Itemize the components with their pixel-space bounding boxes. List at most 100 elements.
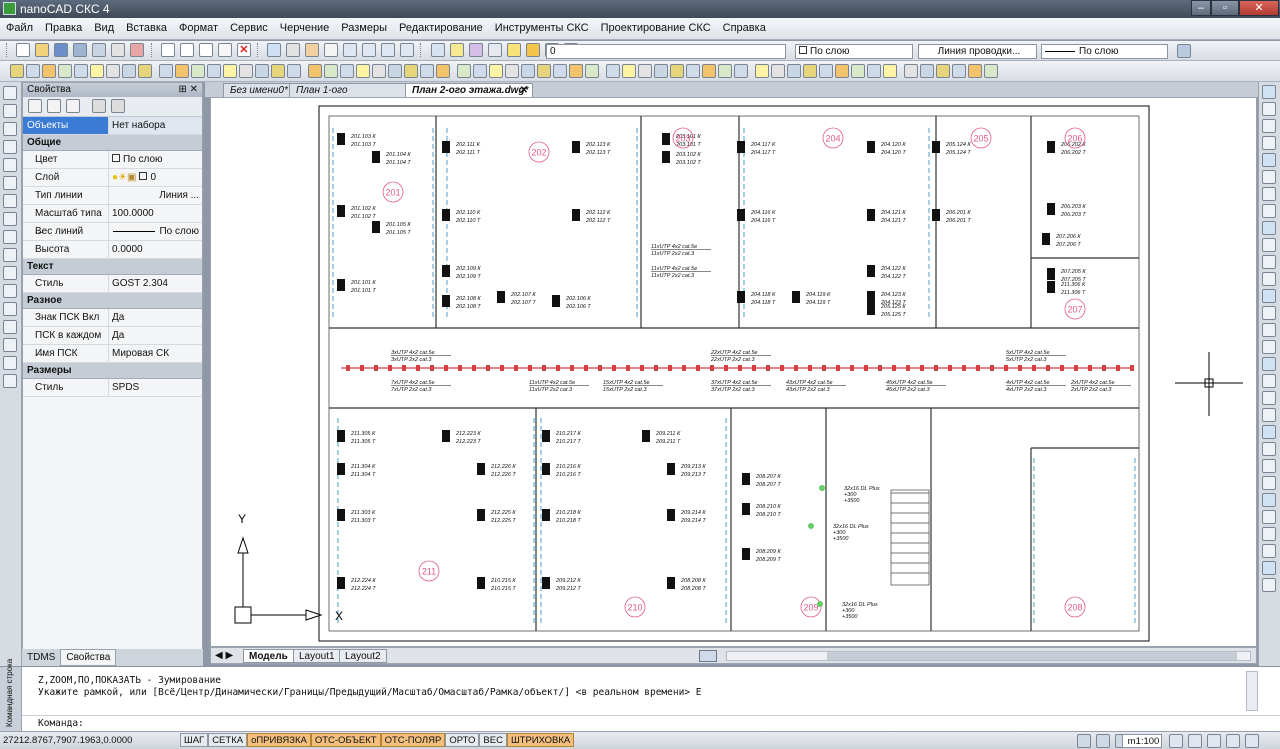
scale-combo[interactable]: m1:100 — [1122, 734, 1162, 748]
scs-tool-icon[interactable] — [622, 64, 636, 78]
scs-tool-icon[interactable] — [324, 64, 338, 78]
toggle-pickadd-icon[interactable] — [47, 99, 62, 113]
scs-tool-icon[interactable] — [835, 64, 849, 78]
scs-tool-icon[interactable] — [771, 64, 785, 78]
publish-icon[interactable] — [130, 43, 145, 57]
new-file-icon[interactable] — [16, 43, 31, 57]
draw-tool-icon[interactable] — [3, 266, 17, 280]
settings-icon[interactable] — [111, 99, 126, 113]
menu-item-modify[interactable]: Редактирование — [393, 18, 489, 34]
cut-icon[interactable] — [160, 43, 175, 57]
scs-tool-icon[interactable] — [388, 64, 402, 78]
filter-icon[interactable] — [92, 99, 107, 113]
scs-tool-icon[interactable] — [404, 64, 418, 78]
eraser-icon[interactable] — [468, 43, 483, 57]
prop-row-dim-style[interactable]: Стиль SPDS — [23, 379, 202, 397]
modify-tool-icon[interactable] — [1262, 493, 1276, 507]
draw-tool-icon[interactable] — [3, 86, 17, 100]
model-space-icon[interactable] — [1077, 734, 1091, 748]
draw-tool-icon[interactable] — [3, 320, 17, 334]
grid-display-icon[interactable] — [1169, 734, 1183, 748]
draw-tool-icon[interactable] — [3, 104, 17, 118]
zoom-realtime-icon[interactable] — [400, 43, 415, 57]
prop-row-layer[interactable]: Слой ●☀▣ 0 — [23, 169, 202, 187]
modify-tool-icon[interactable] — [1262, 340, 1276, 354]
menu-item-view[interactable]: Вид — [88, 18, 120, 34]
modify-tool-icon[interactable] — [1262, 527, 1276, 541]
paste-special-icon[interactable] — [217, 43, 232, 57]
prop-row-ucs-name[interactable]: Имя ПСК Мировая СК — [23, 345, 202, 363]
redo-icon[interactable] — [286, 43, 300, 57]
prop-row-linetype[interactable]: Тип линии Линия ... — [23, 187, 202, 205]
scs-tool-icon[interactable] — [521, 64, 535, 78]
modify-tool-icon[interactable] — [1262, 323, 1276, 337]
menu-item-insert[interactable]: Вставка — [120, 18, 173, 34]
modify-tool-icon[interactable] — [1262, 119, 1276, 133]
menu-item-help[interactable]: Справка — [717, 18, 772, 34]
layer-freeze-icon[interactable] — [525, 43, 540, 57]
scs-tool-icon[interactable] — [606, 64, 620, 78]
modify-tool-icon[interactable] — [1262, 561, 1276, 575]
scs-tool-icon[interactable] — [223, 64, 237, 78]
color-settings-icon[interactable] — [1177, 44, 1191, 58]
draw-tool-icon[interactable] — [3, 248, 17, 262]
draw-tool-icon[interactable] — [3, 356, 17, 370]
linetype-combo[interactable]: Линия проводки... — [918, 44, 1037, 59]
menu-item-edit[interactable]: Правка — [39, 18, 88, 34]
menu-item-scs-design[interactable]: Проектирование СКС — [595, 18, 717, 34]
scs-tool-icon[interactable] — [159, 64, 173, 78]
scs-tool-icon[interactable] — [10, 64, 24, 78]
layer-manager-icon[interactable] — [487, 43, 502, 57]
scs-tool-icon[interactable] — [638, 64, 652, 78]
scs-tool-icon[interactable] — [569, 64, 583, 78]
modify-tool-icon[interactable] — [1262, 408, 1276, 422]
menu-item-format[interactable]: Формат — [173, 18, 224, 34]
copy-icon[interactable] — [179, 43, 194, 57]
menu-item-scs-tools[interactable]: Инструменты СКС — [489, 18, 595, 34]
scs-tool-icon[interactable] — [74, 64, 88, 78]
scs-tool-icon[interactable] — [670, 64, 684, 78]
scs-tool-icon[interactable] — [952, 64, 966, 78]
scs-tool-icon[interactable] — [803, 64, 817, 78]
modify-tool-icon[interactable] — [1262, 459, 1276, 473]
undo-icon[interactable] — [266, 43, 281, 57]
modify-tool-icon[interactable] — [1262, 374, 1276, 388]
prop-row-ucs-on[interactable]: Знак ПСК Вкл Да — [23, 309, 202, 327]
modify-tool-icon[interactable] — [1262, 187, 1276, 201]
draw-tool-icon[interactable] — [3, 140, 17, 154]
menu-item-file[interactable]: Файл — [0, 18, 39, 34]
modify-tool-icon[interactable] — [1262, 238, 1276, 252]
status-toggle-5[interactable]: ОРТО — [445, 733, 480, 747]
split-view-icon[interactable] — [699, 650, 717, 662]
tab-model[interactable]: Модель — [243, 649, 294, 663]
zoom-previous-icon[interactable] — [362, 43, 377, 57]
modify-tool-icon[interactable] — [1262, 391, 1276, 405]
scs-tool-icon[interactable] — [851, 64, 865, 78]
preview-icon[interactable] — [111, 43, 126, 57]
objects-row[interactable]: Объекты Нет набора — [23, 117, 202, 135]
draw-tool-icon[interactable] — [3, 374, 17, 388]
scs-tool-icon[interactable] — [90, 64, 104, 78]
modify-tool-icon[interactable] — [1262, 442, 1276, 456]
status-toggle-1[interactable]: СЕТКА — [208, 733, 248, 747]
prop-row-text-style[interactable]: Стиль GOST 2.304 — [23, 275, 202, 293]
modify-tool-icon[interactable] — [1262, 204, 1276, 218]
scs-tool-icon[interactable] — [191, 64, 205, 78]
horizontal-scroll-thumb[interactable] — [827, 652, 1237, 660]
scs-tool-icon[interactable] — [984, 64, 998, 78]
menu-item-draw[interactable]: Черчение — [274, 18, 336, 34]
zoom-tray-icon[interactable] — [1207, 734, 1222, 748]
scs-tool-icon[interactable] — [255, 64, 269, 78]
status-toggle-2[interactable]: оПРИВЯЗКА — [247, 733, 311, 747]
pencil-icon[interactable] — [449, 43, 464, 57]
scs-tool-icon[interactable] — [718, 64, 732, 78]
command-scrollbar[interactable] — [1246, 671, 1258, 711]
scs-tool-icon[interactable] — [58, 64, 72, 78]
draw-tool-icon[interactable] — [3, 302, 17, 316]
layer-on-icon[interactable] — [506, 43, 521, 57]
menu-item-service[interactable]: Сервис — [224, 18, 274, 34]
draw-tool-icon[interactable] — [3, 230, 17, 244]
select-objects-icon[interactable] — [28, 99, 42, 113]
toolbar-grip[interactable] — [6, 43, 10, 57]
fullscreen-icon[interactable] — [1226, 734, 1241, 748]
